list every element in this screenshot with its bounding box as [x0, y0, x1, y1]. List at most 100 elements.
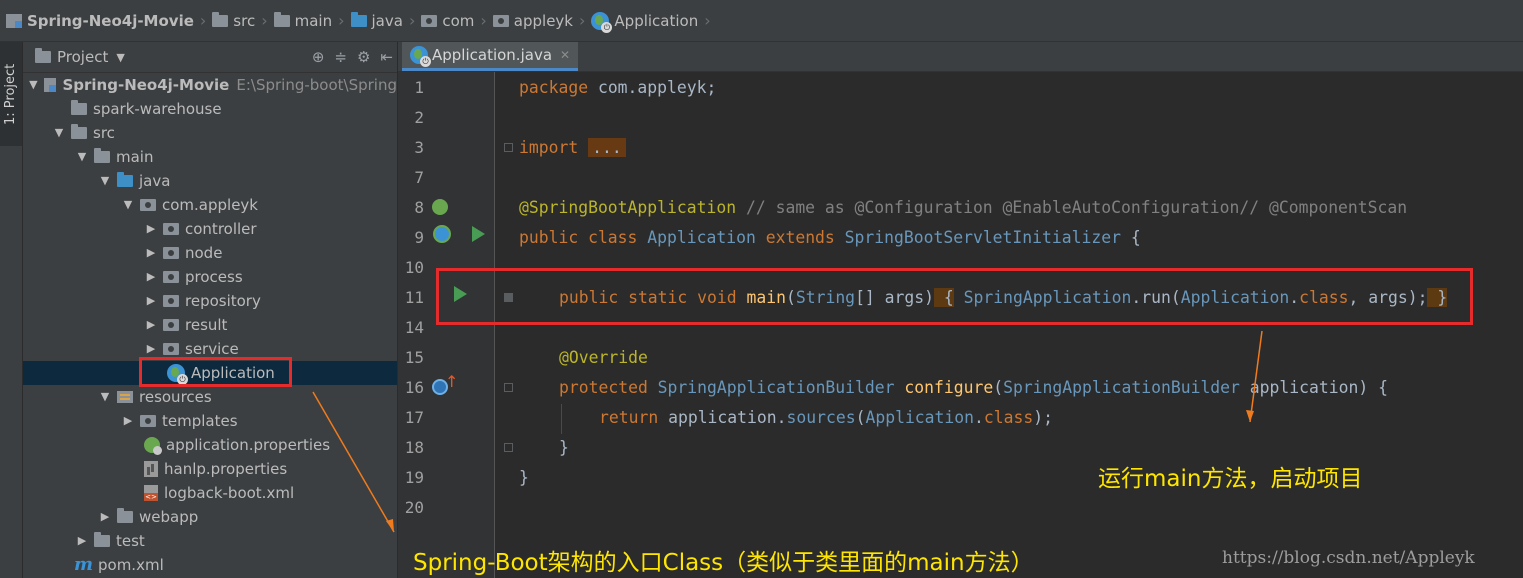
package-icon [421, 14, 438, 27]
breadcrumb-item-java[interactable]: java [350, 11, 403, 30]
expanded-arrow-icon[interactable]: ▼ [51, 121, 67, 145]
resources-folder-icon [117, 391, 133, 403]
tree-node-resources[interactable]: ▼ resources [23, 385, 397, 409]
tree-node-process[interactable]: ▶ process [23, 265, 397, 289]
hide-panel-icon[interactable]: ⇤ [380, 48, 393, 66]
expanded-arrow-icon[interactable]: ▼ [27, 73, 40, 97]
fold-marker[interactable] [504, 383, 513, 392]
tree-node-module[interactable]: ▼ Spring-Neo4j-Movie E:\Spring-boot\Spring [23, 73, 397, 97]
collapsed-arrow-icon[interactable]: ▶ [143, 265, 159, 289]
tree-node-node[interactable]: ▶ node [23, 241, 397, 265]
spring-bean-search-icon[interactable] [432, 199, 448, 215]
breadcrumb-item-com[interactable]: com [421, 12, 474, 30]
tree-node-java[interactable]: ▼ java [23, 169, 397, 193]
collapsed-arrow-icon[interactable]: ▶ [97, 505, 113, 529]
breadcrumb-separator: › [480, 11, 487, 30]
package-icon [163, 247, 179, 259]
tree-node-test[interactable]: ▶ test [23, 529, 397, 553]
project-tool-window-tab[interactable]: 1: Project [0, 42, 22, 146]
folder-icon [117, 508, 133, 523]
line-number: 11 [404, 288, 424, 307]
line-number: 9 [414, 228, 424, 247]
code-line: } [519, 468, 529, 487]
line-number: 19 [404, 468, 424, 487]
arrow-up-icon: ↑ [445, 372, 459, 391]
line-number: 18 [404, 438, 424, 457]
tree-node-com-appleyk[interactable]: ▼ com.appleyk [23, 193, 397, 217]
breadcrumb-item-src[interactable]: src [212, 11, 255, 30]
tree-node-webapp[interactable]: ▶ webapp [23, 505, 397, 529]
line-number: 1 [414, 78, 424, 97]
line-number: 16 [404, 378, 424, 397]
expanded-arrow-icon[interactable]: ▼ [74, 145, 90, 169]
code-line: import ... [519, 138, 626, 157]
package-icon [492, 14, 509, 27]
tree-node-main[interactable]: ▼ main [23, 145, 397, 169]
line-number: 7 [414, 168, 424, 187]
breadcrumb-item-main[interactable]: main [273, 11, 332, 30]
source-folder-icon [350, 11, 367, 27]
collapsed-arrow-icon[interactable]: ▶ [143, 241, 159, 265]
expanded-arrow-icon[interactable]: ▼ [97, 385, 113, 409]
code-line: package com.appleyk; [519, 78, 717, 97]
source-folder-icon [117, 172, 133, 187]
folder-icon [71, 100, 87, 115]
folder-icon [71, 124, 87, 139]
annotation-entry-class: Spring-Boot架构的入口Class（类似于类里面的main方法） [413, 550, 1034, 576]
tree-node-repository[interactable]: ▶ repository [23, 289, 397, 313]
line-number: 17 [404, 408, 424, 427]
collapsed-arrow-icon[interactable]: ▶ [143, 289, 159, 313]
gear-icon[interactable]: ⚙ [357, 48, 370, 66]
tree-node-hanlp-properties[interactable]: hanlp.properties [23, 457, 397, 481]
spring-bean-icon[interactable] [433, 225, 451, 243]
line-number: 2 [414, 108, 424, 127]
collapsed-arrow-icon[interactable]: ▶ [120, 409, 136, 433]
close-icon[interactable]: ✕ [560, 48, 570, 62]
collapsed-arrow-icon[interactable]: ▶ [74, 529, 90, 553]
package-icon [163, 319, 179, 331]
fold-marker[interactable] [504, 443, 513, 452]
locate-file-icon[interactable]: ⊕ [312, 48, 325, 66]
tree-node-result[interactable]: ▶ result [23, 313, 397, 337]
tree-node-logback-xml[interactable]: logback-boot.xml [23, 481, 397, 505]
run-class-icon[interactable] [472, 226, 485, 242]
tool-window-strip: 1: Project [0, 42, 23, 578]
expanded-arrow-icon[interactable]: ▼ [120, 193, 136, 217]
expanded-arrow-icon[interactable]: ▼ [97, 169, 113, 193]
collapsed-arrow-icon[interactable]: ▶ [143, 217, 159, 241]
editor-tab-bar: Application.java ✕ [398, 42, 1523, 72]
breadcrumb-item-module[interactable]: Spring-Neo4j-Movie [6, 12, 194, 30]
tree-node-spark-warehouse[interactable]: spark-warehouse [23, 97, 397, 121]
breadcrumb-separator: › [261, 11, 268, 30]
package-icon [163, 295, 179, 307]
collapsed-arrow-icon[interactable]: ▶ [143, 313, 159, 337]
breadcrumb-item-application[interactable]: Application [591, 11, 698, 33]
spring-class-icon [410, 46, 431, 67]
code-line: return application.sources(Application.c… [599, 408, 1053, 427]
folder-icon [94, 148, 110, 163]
package-icon [163, 271, 179, 283]
tree-node-pom[interactable]: m pom.xml [23, 553, 397, 577]
code-line: } [559, 438, 569, 457]
chevron-down-icon: ▼ [116, 50, 125, 64]
code-line: public class Application extends SpringB… [519, 228, 1141, 247]
package-icon [163, 343, 179, 355]
folder-icon [94, 532, 110, 547]
project-view-selector[interactable]: Project ▼ [35, 48, 125, 66]
tree-node-templates[interactable]: ▶ templates [23, 409, 397, 433]
project-icon [35, 48, 51, 63]
folded-imports[interactable]: ... [588, 138, 626, 157]
code-line: @SpringBootApplication // same as @Confi… [519, 198, 1408, 217]
tree-node-src[interactable]: ▼ src [23, 121, 397, 145]
breadcrumb-item-appleyk[interactable]: appleyk [492, 12, 573, 30]
code-editor[interactable] [496, 72, 1523, 578]
tree-node-application-properties[interactable]: application.properties [23, 433, 397, 457]
maven-icon: m [74, 554, 94, 575]
fold-marker[interactable] [504, 143, 513, 152]
project-panel-header: Project ▼ ⊕ ≑ ⚙ ⇤ [23, 42, 397, 73]
tab-application-java[interactable]: Application.java ✕ [402, 42, 579, 71]
line-number: 10 [404, 258, 424, 277]
line-number: 20 [404, 498, 424, 517]
tree-node-controller[interactable]: ▶ controller [23, 217, 397, 241]
collapse-all-icon[interactable]: ≑ [334, 48, 347, 66]
